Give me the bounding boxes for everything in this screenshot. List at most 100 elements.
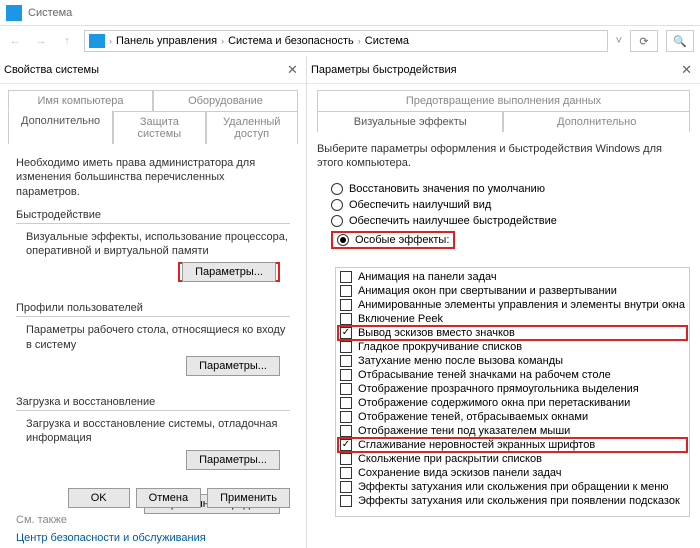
radio-label: Восстановить значения по умолчанию <box>349 183 545 195</box>
search-icon[interactable]: 🔍 <box>666 30 694 52</box>
radio-label: Обеспечить наилучшее быстродействие <box>349 215 557 227</box>
boot-settings-button[interactable]: Параметры... <box>186 450 280 470</box>
checkbox-row[interactable]: Гладкое прокручивание списков <box>338 340 687 354</box>
checkbox-row[interactable]: Сохранение вида эскизов панели задач <box>338 466 687 480</box>
checkbox-row[interactable]: Анимированные элементы управления и элем… <box>338 298 687 312</box>
radio-option[interactable]: Особые эффекты: <box>331 229 690 251</box>
see-also-heading: См. также <box>16 514 206 526</box>
ok-button[interactable]: OK <box>68 488 130 508</box>
checkbox-row[interactable]: Отображение тени под указателем мыши <box>338 424 687 438</box>
checkbox-label: Отображение прозрачного прямоугольника в… <box>358 383 639 395</box>
radio-label: Обеспечить наилучший вид <box>349 199 491 211</box>
crumb-item[interactable]: Панель управления <box>116 35 217 47</box>
tab-computer-name[interactable]: Имя компьютера <box>8 90 153 111</box>
checkbox-icon <box>340 355 352 367</box>
radio-option[interactable]: Восстановить значения по умолчанию <box>331 181 690 197</box>
tab-hardware[interactable]: Оборудование <box>153 90 298 111</box>
checkbox-row[interactable]: Включение Peek <box>338 312 687 326</box>
security-center-link[interactable]: Центр безопасности и обслуживания <box>16 532 206 544</box>
cancel-button[interactable]: Отмена <box>136 488 201 508</box>
profiles-settings-button[interactable]: Параметры... <box>186 356 280 376</box>
chevron-right-icon: › <box>221 36 224 46</box>
checkbox-row[interactable]: Сглаживание неровностей экранных шрифтов <box>338 438 687 452</box>
checkbox-label: Анимированные элементы управления и элем… <box>358 299 685 311</box>
tab-advanced[interactable]: Дополнительно <box>503 111 690 132</box>
address-bar: ← → ↑ › Панель управления › Система и бе… <box>0 26 700 56</box>
group-title: Загрузка и восстановление <box>16 396 290 408</box>
radio-option[interactable]: Обеспечить наилучшее быстродействие <box>331 213 690 229</box>
radio-label: Особые эффекты: <box>355 234 449 246</box>
up-icon[interactable]: ↑ <box>58 32 76 50</box>
checkbox-label: Включение Peek <box>358 313 443 325</box>
radio-option[interactable]: Обеспечить наилучший вид <box>331 197 690 213</box>
see-also: См. также Центр безопасности и обслужива… <box>16 514 206 544</box>
perf-desc: Выберите параметры оформления и быстроде… <box>317 142 690 171</box>
checkbox-row[interactable]: Эффекты затухания или скольжения при обр… <box>338 480 687 494</box>
checkbox-icon <box>340 299 352 311</box>
boot-group: Загрузка и восстановление Загрузка и вос… <box>16 396 290 478</box>
pc-icon <box>89 34 105 48</box>
checkbox-icon <box>340 467 352 479</box>
tab-advanced[interactable]: Дополнительно <box>8 110 113 144</box>
checkbox-row[interactable]: Анимация на панели задач <box>338 270 687 284</box>
apply-button[interactable]: Применить <box>207 488 290 508</box>
chevron-right-icon: › <box>109 36 112 46</box>
tab-visual-effects[interactable]: Визуальные эффекты <box>317 111 504 132</box>
dropdown-icon[interactable]: ˅ <box>616 35 622 47</box>
checkbox-label: Вывод эскизов вместо значков <box>358 327 515 339</box>
checkbox-icon <box>340 495 352 507</box>
breadcrumb[interactable]: › Панель управления › Система и безопасн… <box>84 30 608 52</box>
checkbox-row[interactable]: Отображение прозрачного прямоугольника в… <box>338 382 687 396</box>
checkbox-row[interactable]: Отображение содержимого окна при перетас… <box>338 396 687 410</box>
crumb-item[interactable]: Система <box>365 35 409 47</box>
refresh-icon[interactable]: ⟳ <box>630 30 658 52</box>
group-text: Загрузка и восстановление системы, отлад… <box>16 417 290 446</box>
checkbox-row[interactable]: Анимация окон при свертывании и разверты… <box>338 284 687 298</box>
crumb-item[interactable]: Система и безопасность <box>228 35 354 47</box>
group-title: Быстродействие <box>16 209 290 221</box>
pane-title: Свойства системы <box>4 64 99 76</box>
profiles-group: Профили пользователей Параметры рабочего… <box>16 302 290 384</box>
checkbox-label: Отбрасывание теней значками на рабочем с… <box>358 369 611 381</box>
performance-options-pane: Параметры быстродействия ✕ Предотвращени… <box>307 56 700 548</box>
checkbox-icon <box>340 453 352 465</box>
app-icon <box>6 5 22 21</box>
checkbox-label: Эффекты затухания или скольжения при поя… <box>358 495 680 507</box>
checkbox-icon <box>340 285 352 297</box>
tab-remote[interactable]: Удаленный доступ <box>206 111 298 144</box>
close-icon[interactable]: ✕ <box>681 62 692 78</box>
admin-note: Необходимо иметь права администратора дл… <box>16 156 290 199</box>
highlight-box: Параметры... <box>178 262 280 282</box>
back-icon[interactable]: ← <box>6 32 24 50</box>
checkbox-row[interactable]: Отображение теней, отбрасываемых окнами <box>338 410 687 424</box>
forward-icon[interactable]: → <box>32 32 50 50</box>
checkbox-label: Отображение теней, отбрасываемых окнами <box>358 411 588 423</box>
checkbox-label: Анимация окон при свертывании и разверты… <box>358 285 617 297</box>
highlight-box: Особые эффекты: <box>331 231 455 249</box>
checkbox-row[interactable]: Отбрасывание теней значками на рабочем с… <box>338 368 687 382</box>
radio-icon <box>331 199 343 211</box>
checkbox-row[interactable]: Скольжение при раскрытии списков <box>338 452 687 466</box>
checkbox-icon <box>340 481 352 493</box>
radio-icon <box>337 234 349 246</box>
close-icon[interactable]: ✕ <box>287 62 298 78</box>
group-text: Визуальные эффекты, использование процес… <box>16 230 290 259</box>
radio-group: Восстановить значения по умолчанию Обеспе… <box>331 181 690 251</box>
effects-list[interactable]: Анимация на панели задачАнимация окон пр… <box>335 267 690 517</box>
tab-dep[interactable]: Предотвращение выполнения данных <box>317 90 690 111</box>
system-properties-pane: Свойства системы ✕ Имя компьютера Оборуд… <box>0 56 307 548</box>
checkbox-row[interactable]: Затухание меню после вызова команды <box>338 354 687 368</box>
window-titlebar: Система <box>0 0 700 26</box>
window-title: Система <box>28 7 72 19</box>
tab-protection[interactable]: Защита системы <box>113 111 205 144</box>
checkbox-icon <box>340 397 352 409</box>
checkbox-label: Скольжение при раскрытии списков <box>358 453 542 465</box>
checkbox-label: Сохранение вида эскизов панели задач <box>358 467 562 479</box>
tabs-row-2: Дополнительно Защита системы Удаленный д… <box>8 111 298 144</box>
tabs-row-1: Имя компьютера Оборудование <box>8 90 298 111</box>
group-text: Параметры рабочего стола, относящиеся ко… <box>16 323 290 352</box>
checkbox-row[interactable]: Вывод эскизов вместо значков <box>338 326 687 340</box>
performance-settings-button[interactable]: Параметры... <box>182 262 276 282</box>
performance-group: Быстродействие Визуальные эффекты, испол… <box>16 209 290 291</box>
checkbox-row[interactable]: Эффекты затухания или скольжения при поя… <box>338 494 687 508</box>
